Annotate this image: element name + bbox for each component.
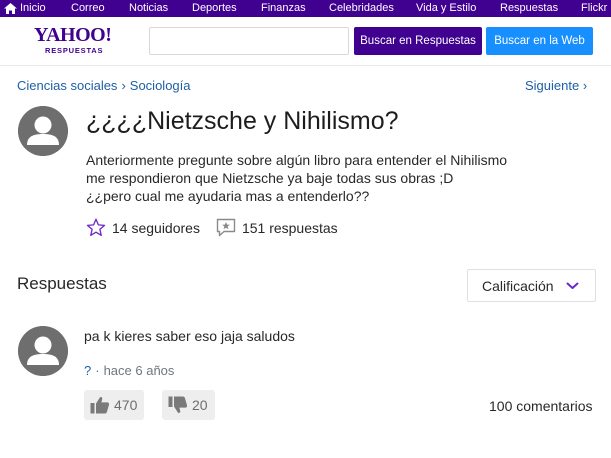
nav-item-respuestas[interactable]: Respuestas: [500, 2, 558, 14]
nav-item-vida-y-estilo[interactable]: Vida y Estilo: [416, 2, 476, 14]
question-body-line: Anteriormente pregunte sobre algún libro…: [86, 152, 508, 168]
answers-heading: Respuestas: [17, 274, 107, 293]
follow-button[interactable]: 14 seguidores: [86, 218, 200, 237]
yahoo-respuestas-logo[interactable]: YAHOO! RESPUESTAS: [34, 24, 112, 57]
followers-count: 14 seguidores: [112, 219, 200, 236]
nav-item-noticias[interactable]: Noticias: [129, 2, 168, 14]
nav-item-label: Inicio: [20, 2, 46, 14]
comments-link[interactable]: 100 comentarios: [489, 398, 593, 414]
question-body-line: ¿¿pero cual me ayudaria mas a entenderlo…: [86, 188, 370, 204]
question-body: Anteriormente pregunte sobre algún libro…: [86, 151, 566, 205]
answers-count-link[interactable]: 151 respuestas: [216, 218, 338, 237]
question-title: ¿¿¿¿Nietzsche y Nihilismo?: [86, 107, 399, 135]
sort-dropdown-value: Calificación: [482, 277, 554, 294]
star-icon: [86, 218, 106, 237]
meta-separator: ·: [95, 363, 100, 378]
answerer-avatar[interactable]: [18, 326, 68, 376]
next-question-link[interactable]: Siguiente ›: [525, 78, 587, 93]
site-header: YAHOO! RESPUESTAS Buscar en Respuestas B…: [0, 17, 611, 65]
answers-count: 151 respuestas: [241, 219, 338, 236]
nav-item-finanzas[interactable]: Finanzas: [261, 2, 306, 14]
comment-star-icon: [216, 218, 236, 237]
default-user-icon: [18, 106, 68, 156]
top-nav-bar: Inicio Correo Noticias Deportes Finanzas…: [0, 0, 611, 17]
thumbs-down-icon: [168, 396, 188, 413]
default-user-icon: [18, 326, 68, 376]
nav-item-flickr[interactable]: Flickr: [581, 2, 607, 14]
answer-meta: ? · hace 6 años: [84, 363, 174, 378]
thumbs-down-button[interactable]: 20: [162, 390, 215, 420]
answer-text: pa k kieres saber eso jaja saludos: [84, 328, 295, 344]
asker-avatar[interactable]: [18, 106, 68, 156]
nav-item-celebridades[interactable]: Celebridades: [329, 2, 394, 14]
question-stats: 14 seguidores 151 respuestas: [86, 218, 338, 237]
thumbs-up-icon: [90, 397, 110, 414]
downvote-count: 20: [192, 397, 208, 413]
thumbs-up-button[interactable]: 470: [84, 390, 144, 420]
search-web-button[interactable]: Buscar en la Web: [486, 27, 593, 55]
search-answers-button[interactable]: Buscar en Respuestas: [354, 27, 482, 55]
logo-subtitle: RESPUESTAS: [45, 46, 104, 55]
breadcrumb-separator: ›: [121, 78, 126, 93]
header-divider: [0, 65, 611, 66]
question-body-line: me respondieron que Nietzsche ya baje to…: [86, 170, 454, 186]
upvote-count: 470: [114, 397, 138, 413]
nav-item-correo[interactable]: Correo: [71, 2, 105, 14]
answer-timestamp: hace 6 años: [103, 363, 175, 378]
breadcrumb-ciencias-sociales[interactable]: Ciencias sociales: [17, 78, 117, 93]
sort-dropdown[interactable]: Calificación: [467, 269, 596, 302]
nav-item-deportes[interactable]: Deportes: [192, 2, 237, 14]
chevron-down-icon: [566, 282, 579, 289]
breadcrumb: Ciencias sociales › Sociología: [17, 78, 191, 93]
logo-wordmark: YAHOO!: [34, 24, 112, 46]
answer-user-link[interactable]: ?: [84, 363, 91, 378]
home-icon: [4, 2, 17, 14]
nav-item-inicio[interactable]: Inicio: [4, 2, 46, 14]
search-input[interactable]: [149, 27, 349, 55]
breadcrumb-sociologia[interactable]: Sociología: [130, 78, 191, 93]
